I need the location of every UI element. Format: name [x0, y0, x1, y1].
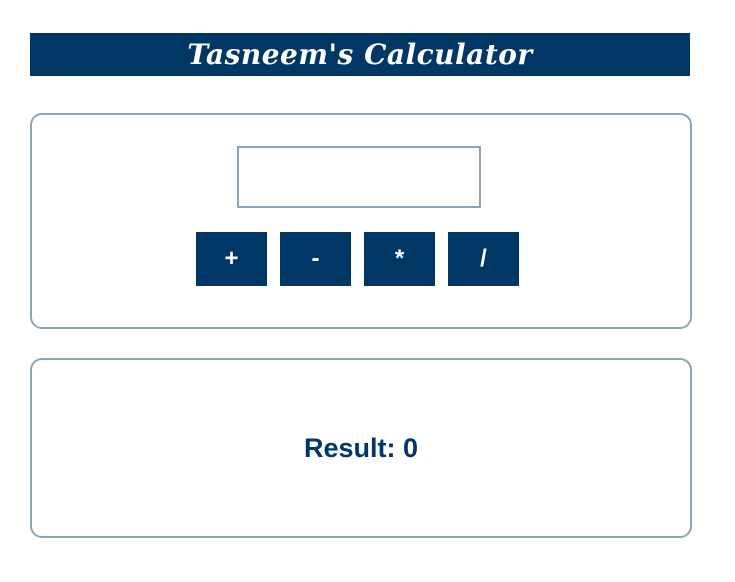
number-input[interactable]: [237, 146, 481, 208]
subtract-button[interactable]: -: [280, 232, 351, 286]
page-title: Tasneem's Calculator: [187, 37, 533, 71]
result-label: Result: 0: [303, 432, 419, 463]
operations-group: + - * /: [196, 232, 519, 286]
multiply-button[interactable]: *: [364, 232, 435, 286]
add-button[interactable]: +: [196, 232, 267, 286]
divide-button[interactable]: /: [448, 232, 519, 286]
title-bar: Tasneem's Calculator: [30, 33, 690, 76]
input-panel: + - * /: [30, 113, 692, 329]
result-panel: Result: 0: [30, 358, 692, 538]
